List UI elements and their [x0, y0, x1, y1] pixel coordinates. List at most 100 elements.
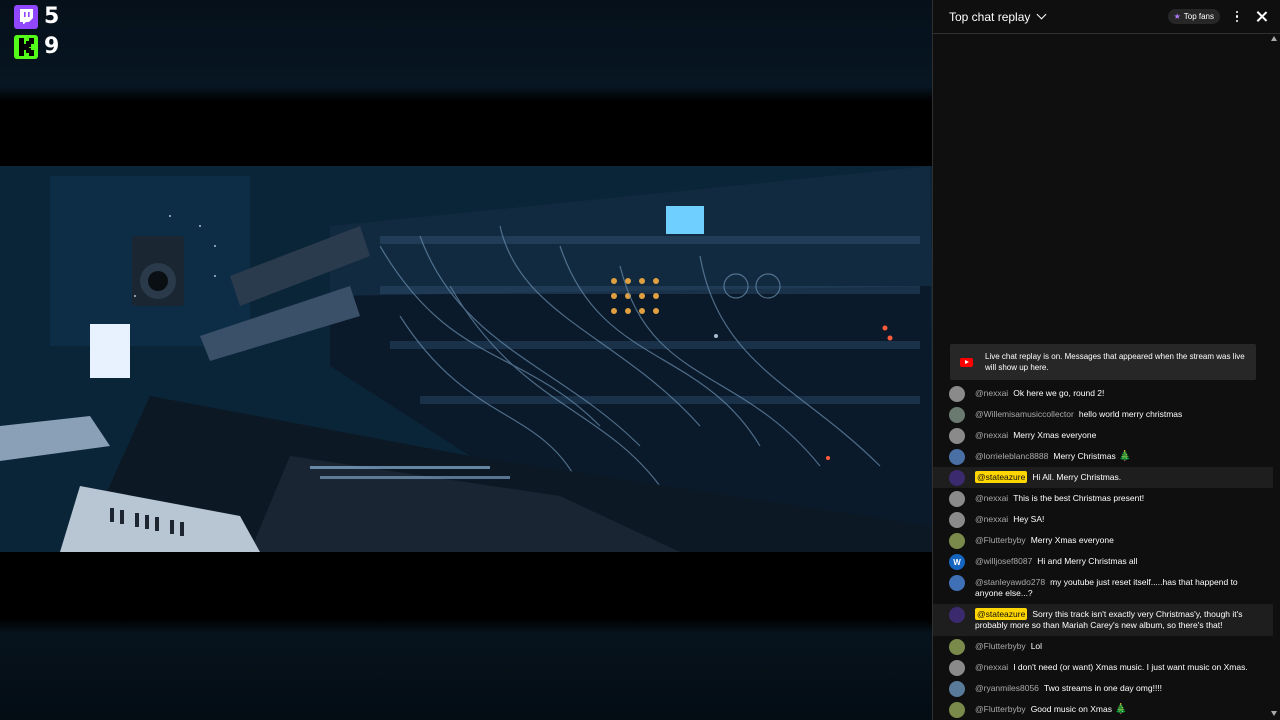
- chat-author[interactable]: @nexxai: [975, 430, 1008, 440]
- chat-author[interactable]: @willjosef8087: [975, 556, 1032, 566]
- chat-message-text: Merry Xmas everyone: [1013, 430, 1097, 440]
- chat-author[interactable]: @Flutterbyby: [975, 704, 1026, 714]
- chat-message[interactable]: @lorrieleblanc8888 Merry Christmas 🎄: [933, 446, 1273, 467]
- chat-message[interactable]: @ryanmiles8056 Two streams in one day omg…: [933, 678, 1273, 699]
- top-fans-label: Top fans: [1183, 12, 1214, 21]
- avatar[interactable]: [949, 639, 965, 655]
- chat-message-text: Ok here we go, round 2!: [1013, 388, 1105, 398]
- twitch-icon: [14, 4, 38, 29]
- studio-scene-illustration: [0, 166, 932, 552]
- star-icon: ★: [1173, 12, 1181, 21]
- chat-author[interactable]: @stanleyawdo278: [975, 577, 1045, 587]
- twitch-viewer-counter: 5: [14, 4, 59, 29]
- chat-message-body: @stanleyawdo278 my youtube just reset its…: [975, 572, 1273, 604]
- chat-message[interactable]: @nexxai This is the best Christmas presen…: [933, 488, 1273, 509]
- avatar[interactable]: [949, 533, 965, 549]
- chat-message[interactable]: @Willemisamusiccollector hello world merr…: [933, 404, 1273, 425]
- chat-message-text: Good music on Xmas: [1030, 704, 1112, 714]
- twitch-viewer-count: 5: [44, 4, 60, 29]
- chat-message[interactable]: @Flutterbyby Merry Xmas everyone: [933, 530, 1273, 551]
- chat-author[interactable]: @ryanmiles8056: [975, 683, 1039, 693]
- chat-message[interactable]: @Flutterbyby Good music on Xmas 🎄: [933, 699, 1273, 720]
- chat-message[interactable]: @nexxai I don't need (or want) Xmas music…: [933, 657, 1273, 678]
- chat-author[interactable]: @nexxai: [975, 662, 1008, 672]
- chat-author[interactable]: @stateazure: [975, 471, 1028, 483]
- christmas-tree-emoji-icon: 🎄: [1115, 451, 1131, 462]
- replay-notice-text: Live chat replay is on. Messages that ap…: [985, 352, 1245, 372]
- chat-message[interactable]: @stateazure Hi All. Merry Christmas.: [933, 467, 1273, 488]
- chat-author[interactable]: @nexxai: [975, 514, 1008, 524]
- chat-message-text: I don't need (or want) Xmas music. I jus…: [1013, 662, 1248, 672]
- chat-message-text: hello world merry christmas: [1078, 409, 1183, 419]
- avatar[interactable]: [949, 470, 965, 486]
- chat-author[interactable]: @Flutterbyby: [975, 535, 1026, 545]
- scroll-up-arrow-icon[interactable]: [1271, 36, 1277, 41]
- chat-header: Top chat replay ★ Top fans: [933, 0, 1280, 34]
- chat-message[interactable]: @stateazure Sorry this track isn't exactl…: [933, 604, 1273, 636]
- chat-message-text: Merry Christmas: [1053, 451, 1116, 461]
- chat-message-body: @Flutterbyby Good music on Xmas 🎄: [975, 699, 1273, 720]
- chat-message-body: @stateazure Sorry this track isn't exactl…: [975, 604, 1273, 636]
- chat-author[interactable]: @nexxai: [975, 388, 1008, 398]
- kick-viewer-count: 9: [44, 34, 60, 59]
- chat-message[interactable]: @Flutterbyby Lol: [933, 636, 1273, 657]
- avatar[interactable]: [949, 512, 965, 528]
- chat-message-body: @nexxai Hey SA!: [975, 509, 1273, 530]
- chat-message[interactable]: W @willjosef8087 Hi and Merry Christmas al…: [933, 551, 1273, 572]
- chat-message-text: Lol: [1030, 641, 1043, 651]
- stream-page: 5 9 Top chat replay ★ Top fans Live chat…: [0, 0, 1280, 720]
- avatar[interactable]: [949, 491, 965, 507]
- avatar[interactable]: [949, 607, 965, 623]
- close-icon[interactable]: [1254, 9, 1270, 25]
- chat-author[interactable]: @lorrieleblanc8888: [975, 451, 1048, 461]
- chat-message-body: @Flutterbyby Lol: [975, 636, 1273, 657]
- chevron-down-icon: [1036, 9, 1047, 20]
- chat-message-list[interactable]: @nexxai Ok here we go, round 2! @Willemisa…: [933, 383, 1273, 720]
- chat-message-text: Hi and Merry Christmas all: [1037, 556, 1138, 566]
- chat-message[interactable]: @stanleyawdo278 my youtube just reset its…: [933, 572, 1273, 604]
- avatar[interactable]: [949, 575, 965, 591]
- avatar[interactable]: [949, 428, 965, 444]
- chat-message-text: Merry Xmas everyone: [1030, 535, 1114, 545]
- chat-message-text: This is the best Christmas present!: [1013, 493, 1145, 503]
- chat-message-body: @ryanmiles8056 Two streams in one day omg…: [975, 678, 1273, 699]
- chat-message-body: @willjosef8087 Hi and Merry Christmas all: [975, 551, 1273, 572]
- chat-message-body: @Willemisamusiccollector hello world merr…: [975, 404, 1273, 425]
- avatar[interactable]: [949, 702, 965, 718]
- chat-message-body: @nexxai Ok here we go, round 2!: [975, 383, 1273, 404]
- avatar[interactable]: [949, 386, 965, 402]
- chat-message-body: @nexxai I don't need (or want) Xmas music…: [975, 657, 1273, 678]
- chat-message-text: Hi All. Merry Christmas.: [1032, 472, 1122, 482]
- avatar[interactable]: [949, 407, 965, 423]
- chat-message-body: @stateazure Hi All. Merry Christmas.: [975, 467, 1273, 488]
- video-player[interactable]: 5 9: [0, 0, 932, 720]
- chat-message-body: @lorrieleblanc8888 Merry Christmas 🎄: [975, 446, 1273, 467]
- christmas-tree-emoji-icon: 🎄: [1111, 704, 1128, 715]
- chat-message-text: Hey SA!: [1013, 514, 1045, 524]
- chat-header-actions: ★ Top fans: [1167, 9, 1270, 25]
- chat-message-text: Two streams in one day omg!!!!: [1043, 683, 1163, 693]
- chat-title: Top chat replay: [949, 9, 1031, 24]
- chat-author[interactable]: @stateazure: [975, 608, 1028, 620]
- chat-message-body: @nexxai This is the best Christmas presen…: [975, 488, 1273, 509]
- chat-author[interactable]: @Flutterbyby: [975, 641, 1026, 651]
- youtube-icon: [960, 357, 973, 367]
- top-fans-button[interactable]: ★ Top fans: [1167, 9, 1220, 24]
- chat-message-body: @nexxai Merry Xmas everyone: [975, 425, 1273, 446]
- avatar[interactable]: [949, 681, 965, 697]
- chat-author[interactable]: @Willemisamusiccollector: [975, 409, 1074, 419]
- more-options-icon[interactable]: [1230, 10, 1244, 24]
- kick-viewer-counter: 9: [14, 34, 59, 59]
- avatar[interactable]: W: [949, 554, 965, 570]
- avatar[interactable]: [949, 449, 965, 465]
- chat-replay-notice: Live chat replay is on. Messages that ap…: [950, 344, 1256, 380]
- avatar[interactable]: [949, 660, 965, 676]
- video-frame-modular-synth-studio[interactable]: [0, 166, 932, 552]
- chat-message-body: @Flutterbyby Merry Xmas everyone: [975, 530, 1273, 551]
- chat-message[interactable]: @nexxai Ok here we go, round 2!: [933, 383, 1273, 404]
- chat-panel: Top chat replay ★ Top fans Live chat rep…: [932, 0, 1280, 720]
- chat-mode-dropdown[interactable]: Top chat replay: [949, 9, 1047, 24]
- chat-message[interactable]: @nexxai Merry Xmas everyone: [933, 425, 1273, 446]
- chat-message[interactable]: @nexxai Hey SA!: [933, 509, 1273, 530]
- chat-author[interactable]: @nexxai: [975, 493, 1008, 503]
